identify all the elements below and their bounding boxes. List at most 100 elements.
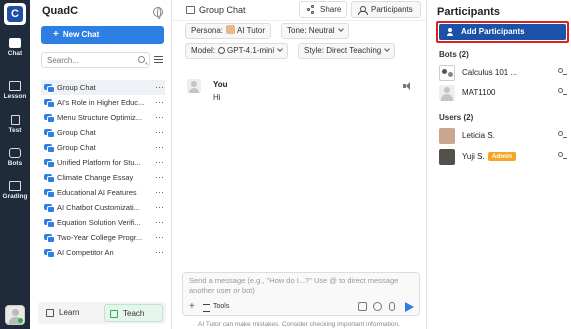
online-status-dot xyxy=(18,318,23,323)
page-title: Group Chat xyxy=(199,5,246,15)
list-item[interactable]: Menu Structure Optimiz... ··· xyxy=(41,110,165,125)
brand-name: QuadC xyxy=(42,5,79,17)
chat-item-title: Two-Year College Progr... xyxy=(57,233,143,242)
remove-user-icon[interactable] xyxy=(557,152,567,161)
chat-header: Group Chat xyxy=(186,5,246,15)
users-section-title: Users (2) xyxy=(439,113,474,122)
more-options-icon[interactable]: ··· xyxy=(155,155,164,170)
user-name: Leticia S. xyxy=(462,131,495,140)
rail-label: Chat xyxy=(7,50,23,57)
teach-mode-button[interactable]: Teach xyxy=(104,304,163,322)
list-item[interactable]: Group Chat ··· xyxy=(41,140,165,155)
user-avatar[interactable] xyxy=(5,305,25,325)
app-logo[interactable]: C xyxy=(4,3,26,25)
rail-item-chat[interactable]: Chat xyxy=(0,38,30,66)
list-item[interactable]: Two-Year College Progr... ··· xyxy=(41,230,165,245)
learn-label: Learn xyxy=(59,308,80,317)
list-item[interactable]: AI Chatbot Customizati... ··· xyxy=(41,200,165,215)
chevron-down-icon xyxy=(277,46,283,52)
list-item[interactable]: Group Chat ··· xyxy=(41,80,165,95)
chat-bubble-icon xyxy=(44,84,55,93)
persona-value: AI Tutor xyxy=(237,26,266,35)
more-options-icon[interactable]: ··· xyxy=(155,80,164,95)
participants-button[interactable]: Participants xyxy=(351,1,421,18)
user-name: Yuji S. xyxy=(462,152,485,161)
chat-bubble-icon xyxy=(44,204,55,213)
rail-item-test[interactable]: Test xyxy=(0,115,30,143)
model-select[interactable]: Model: GPT-4.1-mini xyxy=(185,43,289,59)
filter-icon[interactable] xyxy=(154,56,163,64)
rail-item-bots[interactable]: Bots xyxy=(0,148,30,176)
more-options-icon[interactable]: ··· xyxy=(155,110,164,125)
chat-item-title: Group Chat xyxy=(57,128,96,137)
grading-icon xyxy=(9,181,21,191)
mode-switcher: Learn Teach xyxy=(38,302,166,324)
test-icon xyxy=(10,115,20,125)
remove-user-icon[interactable] xyxy=(557,68,567,77)
rail-label: Test xyxy=(8,127,22,134)
add-participants-button[interactable]: Add Participants xyxy=(439,24,566,40)
participant-name: Leticia S. xyxy=(462,131,495,140)
more-options-icon[interactable]: ··· xyxy=(155,170,164,185)
more-options-icon[interactable]: ··· xyxy=(155,125,164,140)
rail-item-grading[interactable]: Grading xyxy=(0,181,30,209)
rail-item-lesson[interactable]: Lesson xyxy=(0,81,30,109)
bots-section-title: Bots (2) xyxy=(439,50,469,59)
participants-title: Participants xyxy=(437,6,500,18)
tools-button[interactable]: Tools xyxy=(203,303,229,312)
message-input[interactable]: Send a message (e.g., "How do I...?" Use… xyxy=(189,276,409,296)
more-options-icon[interactable]: ··· xyxy=(155,185,164,200)
message-composer[interactable]: Send a message (e.g., "How do I...?" Use… xyxy=(182,272,420,316)
more-options-icon[interactable]: ··· xyxy=(155,140,164,155)
more-options-icon[interactable]: ··· xyxy=(155,215,164,230)
more-options-icon[interactable]: ··· xyxy=(155,230,164,245)
style-select[interactable]: Style: Direct Teaching xyxy=(298,43,396,59)
list-item[interactable]: Group Chat ··· xyxy=(41,125,165,140)
participants-label: Participants xyxy=(371,5,413,14)
chat-item-title: AI's Role in Higher Educ... xyxy=(57,98,145,107)
image-icon[interactable] xyxy=(358,302,367,311)
chat-bubble-icon xyxy=(44,114,55,123)
remove-user-icon[interactable] xyxy=(557,88,567,97)
share-button[interactable]: Share xyxy=(299,1,347,18)
chevron-down-icon xyxy=(384,46,391,52)
learn-mode-button[interactable]: Learn xyxy=(41,304,101,322)
message-text: Hi xyxy=(213,93,221,102)
bot-avatar xyxy=(439,85,455,101)
user-avatar xyxy=(439,149,455,165)
persona-label: Persona: xyxy=(191,26,224,35)
logo-letter: C xyxy=(7,6,23,22)
globe-icon[interactable] xyxy=(153,7,163,19)
list-item[interactable]: Educational AI Features ··· xyxy=(41,185,165,200)
plus-icon[interactable]: + xyxy=(189,301,195,312)
list-item[interactable]: AI's Role in Higher Educ... ··· xyxy=(41,95,165,110)
chat-bubble-icon xyxy=(44,219,55,228)
model-icon xyxy=(218,47,226,54)
avatar-head xyxy=(12,309,19,316)
more-options-icon[interactable]: ··· xyxy=(155,200,164,215)
search-icon[interactable] xyxy=(138,56,145,63)
list-item[interactable]: AI Competitor An ··· xyxy=(41,245,165,260)
microphone-icon[interactable] xyxy=(389,302,395,311)
list-item[interactable]: Climate Change Essay ··· xyxy=(41,170,165,185)
list-item[interactable]: Unified Platform for Stu... ··· xyxy=(41,155,165,170)
speaker-icon[interactable] xyxy=(403,82,413,90)
more-options-icon[interactable]: ··· xyxy=(155,245,164,260)
list-item: Yuji S. Admin xyxy=(439,149,567,165)
more-options-icon[interactable]: ··· xyxy=(155,95,164,110)
persona-select[interactable]: Persona: AI Tutor xyxy=(185,23,272,39)
attach-icon[interactable] xyxy=(373,302,382,311)
tone-select[interactable]: Tone: Neutral xyxy=(281,23,349,39)
list-item[interactable]: Equation Solution Verifi... ··· xyxy=(41,215,165,230)
bots-icon xyxy=(9,148,21,158)
model-value: GPT-4.1-mini xyxy=(227,46,275,55)
remove-user-icon[interactable] xyxy=(557,131,567,140)
send-icon[interactable] xyxy=(405,302,414,312)
teach-icon xyxy=(110,310,118,318)
new-chat-button[interactable]: + New Chat xyxy=(41,26,164,44)
participants-panel: Participants Add Participants Bots (2) C… xyxy=(426,0,571,329)
search-input[interactable] xyxy=(42,53,132,67)
participant-name: MAT1100 xyxy=(462,88,496,97)
plus-icon: + xyxy=(53,29,59,40)
model-label: Model: xyxy=(191,46,216,55)
